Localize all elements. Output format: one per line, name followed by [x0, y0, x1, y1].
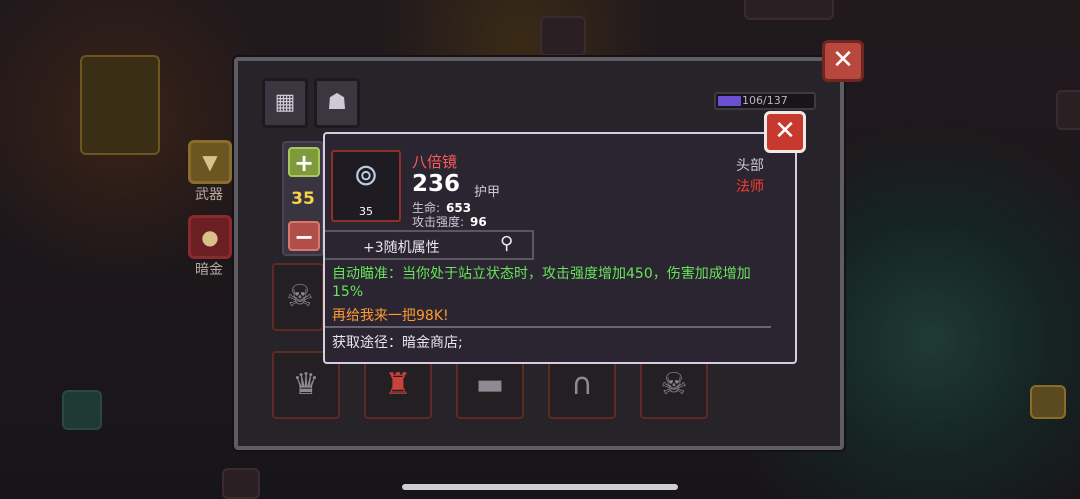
- increase-button[interactable]: +: [288, 147, 320, 177]
- flavor-quote: 再给我来一把98K!: [332, 308, 449, 324]
- stat-label: 攻击强度:: [412, 215, 465, 229]
- magnifier-icon[interactable]: ⚲: [500, 233, 513, 254]
- stat-row-attack: 攻击强度: 96: [412, 213, 487, 230]
- darkgold-icon: ●: [201, 225, 219, 249]
- home-indicator[interactable]: [402, 484, 678, 490]
- tab-inventory[interactable]: ▦: [262, 78, 308, 128]
- item-icon-frame: ⊚ 35: [331, 150, 401, 222]
- capacity-text: 106/137: [742, 94, 788, 107]
- tooltip-close-button[interactable]: ✕: [764, 111, 806, 153]
- bg-crown-icon: [1030, 385, 1066, 419]
- stat-value: 96: [470, 215, 487, 229]
- armor-icon: ☗: [327, 90, 347, 115]
- bg-banner-icon: [80, 55, 160, 155]
- darkgold-button[interactable]: ●: [188, 215, 232, 259]
- grid-icon: ▦: [274, 90, 296, 115]
- decrease-button[interactable]: −: [288, 221, 320, 251]
- weapon-button[interactable]: ▼: [188, 140, 232, 184]
- bg-green-tile: [62, 390, 102, 430]
- panel-close-button[interactable]: ✕: [822, 40, 864, 82]
- random-attributes-label: +3随机属性: [363, 240, 440, 256]
- item-level: 35: [359, 205, 373, 218]
- inventory-capacity-bar: 106/137: [714, 92, 816, 110]
- tab-equipment[interactable]: ☗: [314, 78, 360, 128]
- random-attributes-row[interactable]: +3随机属性 ⚲: [325, 230, 534, 260]
- scope-helmet-icon: ⊚: [353, 158, 379, 193]
- bg-bottom-icon: [222, 468, 260, 499]
- item-name: 八倍镜: [412, 153, 458, 171]
- bg-right-icon: [1056, 90, 1080, 130]
- class-requirement: 法师: [736, 179, 764, 195]
- skull-icon: ☠: [286, 279, 314, 314]
- tooltip-divider: [325, 326, 771, 328]
- item-main-value: 236: [412, 171, 461, 197]
- weapon-label: 武器: [195, 187, 223, 203]
- level-stepper: + 35 −: [282, 141, 324, 256]
- stepper-value: 35: [291, 189, 315, 209]
- skill-description: 自动瞄准：当你处于站立状态时，攻击强度增加450，伤害加成增加15%: [332, 266, 751, 300]
- darkgold-label: 暗金: [195, 262, 223, 278]
- item-main-value-type: 护甲: [474, 185, 501, 200]
- equipment-slot-type: 头部: [736, 158, 764, 174]
- weapon-icon: ▼: [202, 150, 218, 174]
- item-slot-skull[interactable]: ☠: [272, 263, 324, 331]
- item-source: 获取途径：暗金商店;: [332, 335, 463, 351]
- capacity-fill: [718, 96, 741, 106]
- bg-barrel-icon: [744, 0, 834, 20]
- bg-chest-icon: [540, 16, 586, 56]
